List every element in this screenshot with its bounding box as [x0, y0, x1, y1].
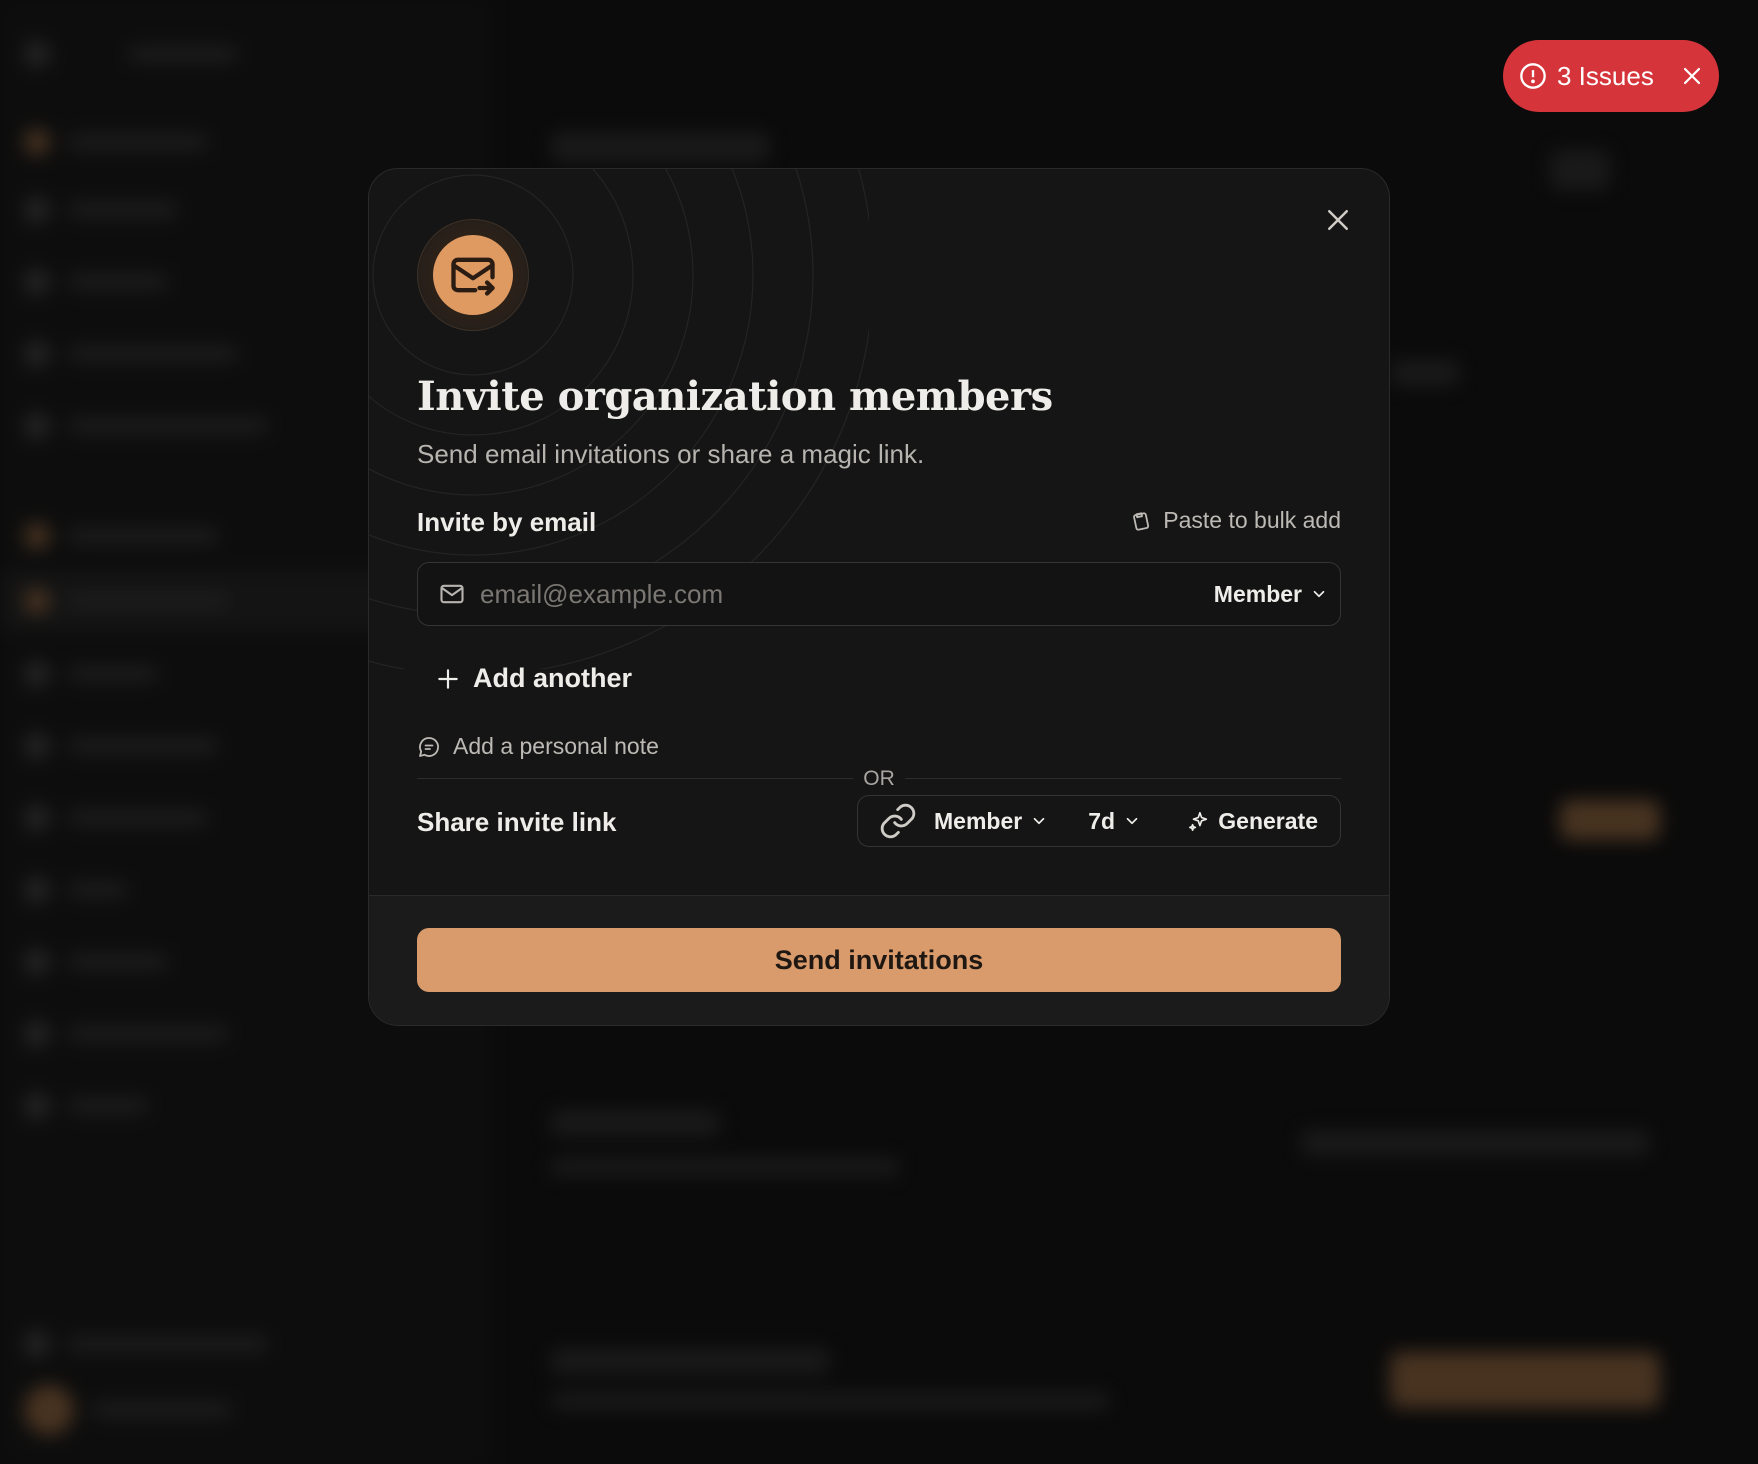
link-icon [880, 803, 916, 839]
bg-block [1550, 150, 1610, 190]
personal-note-label: Add a personal note [453, 733, 659, 759]
paste-bulk-label: Paste to bulk add [1163, 507, 1341, 533]
add-personal-note-button[interactable]: Add a personal note [417, 733, 659, 760]
divider-line [905, 778, 1341, 779]
dialog-footer: Send invitations [369, 895, 1389, 1025]
bg-row [24, 1385, 232, 1435]
clipboard-icon [1133, 511, 1150, 531]
bg-row [24, 804, 208, 832]
link-expiry-value: 7d [1088, 807, 1116, 834]
link-role-select[interactable]: Member [934, 808, 1048, 835]
bg-row [24, 522, 218, 550]
bg-block [1560, 800, 1660, 840]
alert-circle-icon [1520, 63, 1546, 89]
bg-row [24, 660, 158, 688]
generate-label: Generate [1218, 807, 1318, 834]
or-divider: OR [417, 767, 1341, 791]
generate-link-button[interactable]: Generate [1188, 808, 1318, 835]
bg-row [24, 732, 218, 760]
email-role-value: Member [1213, 580, 1302, 607]
add-another-label: Add another [473, 663, 632, 693]
add-another-button[interactable]: Add another [435, 663, 632, 694]
invite-icon-badge [417, 219, 529, 331]
email-invite-row: Member [417, 562, 1341, 626]
bg-row [24, 40, 238, 68]
mail-icon [440, 584, 464, 604]
bg-row [24, 340, 238, 368]
share-invite-link-label: Share invite link [417, 807, 617, 837]
link-role-value: Member [934, 807, 1023, 834]
bg-row [24, 1330, 268, 1358]
send-invitations-button[interactable]: Send invitations [417, 928, 1341, 992]
or-label: OR [863, 767, 895, 790]
bg-row [24, 876, 128, 904]
dialog-subtitle: Send email invitations or share a magic … [417, 439, 925, 469]
chevron-down-icon [1126, 817, 1138, 825]
invite-by-email-label: Invite by email [417, 507, 597, 537]
issues-badge[interactable]: 3 Issues [1503, 40, 1719, 112]
bg-row [24, 948, 168, 976]
bg-row [24, 128, 208, 156]
bg-block [550, 1110, 720, 1136]
link-expiry-select[interactable]: 7d [1088, 808, 1141, 835]
issues-label: 3 Issues [1557, 60, 1654, 91]
bg-row [24, 268, 168, 296]
bg-block [1390, 1352, 1660, 1408]
bg-block [550, 132, 770, 162]
sparkle-icon [1189, 811, 1208, 831]
plus-icon [438, 668, 458, 689]
close-icon[interactable] [1680, 64, 1704, 88]
bg-block [550, 1348, 830, 1374]
bg-block [1300, 1130, 1650, 1156]
bg-row [24, 587, 228, 615]
chevron-down-icon [1033, 817, 1045, 825]
bg-block [550, 1392, 1110, 1410]
bg-row [24, 1092, 148, 1120]
email-role-select[interactable]: Member [1214, 581, 1328, 608]
email-input[interactable] [480, 563, 1214, 625]
bg-row [24, 412, 268, 440]
bg-block [1390, 360, 1460, 386]
invite-members-dialog: Invite organization members Send email i… [368, 168, 1390, 1026]
paste-bulk-add-button[interactable]: Paste to bulk add [1129, 507, 1341, 534]
close-icon[interactable] [1323, 205, 1353, 235]
message-icon [419, 736, 439, 757]
bg-row [24, 1020, 228, 1048]
divider-line [417, 778, 853, 779]
invite-link-controls: Member 7d Generate [857, 795, 1341, 847]
bg-block [550, 1158, 900, 1176]
mail-forward-icon [451, 257, 495, 296]
dialog-title: Invite organization members [417, 373, 1053, 420]
bg-row [24, 196, 178, 224]
chevron-down-icon [1313, 590, 1325, 598]
